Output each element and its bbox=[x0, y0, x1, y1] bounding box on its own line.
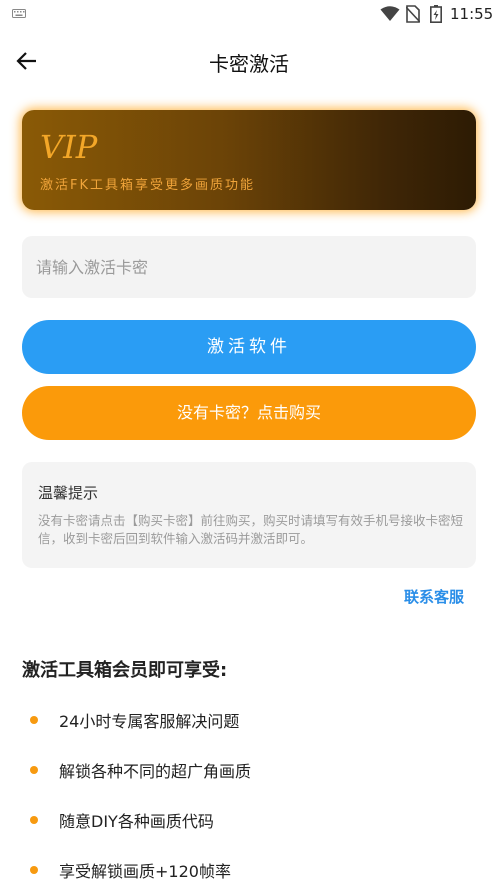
contact-support-link[interactable]: 联系客服 bbox=[404, 586, 464, 607]
activation-code-input[interactable] bbox=[22, 236, 476, 298]
vip-title: VIP bbox=[40, 128, 98, 166]
buy-code-button[interactable]: 没有卡密？点击购买 bbox=[22, 386, 476, 440]
top-app-bar: 卡密激活 bbox=[0, 40, 498, 82]
page-title: 卡密激活 bbox=[209, 52, 289, 76]
tips-title: 温馨提示 bbox=[38, 484, 99, 502]
benefits-heading: 激活工具箱会员即可享受: bbox=[22, 660, 228, 681]
tips-box: 温馨提示 没有卡密请点击【购买卡密】前往购买，购买时请填写有效手机号接收卡密短信… bbox=[22, 462, 476, 568]
bullet-dot-icon bbox=[30, 716, 38, 724]
battery-icon bbox=[430, 5, 442, 23]
activate-button[interactable]: 激活软件 bbox=[22, 320, 476, 374]
bullet-dot-icon bbox=[30, 816, 38, 824]
status-bar: 11:55 bbox=[0, 0, 498, 28]
wifi-icon bbox=[380, 6, 400, 21]
clock: 11:55 bbox=[450, 5, 494, 23]
tips-text: 没有卡密请点击【购买卡密】前往购买，购买时请填写有效手机号接收卡密短信，收到卡密… bbox=[38, 513, 464, 546]
bullet-dot-icon bbox=[30, 766, 38, 774]
benefit-text: 解锁各种不同的超广角画质 bbox=[59, 762, 252, 781]
benefit-text: 享受解锁画质+120帧率 bbox=[59, 862, 231, 881]
bullet-dot-icon bbox=[30, 866, 38, 874]
no-sim-icon bbox=[406, 5, 420, 23]
benefit-text: 随意DIY各种画质代码 bbox=[59, 812, 214, 831]
vip-subtitle: 激活FK工具箱享受更多画质功能 bbox=[40, 178, 256, 193]
benefit-text: 24小时专属客服解决问题 bbox=[59, 712, 240, 731]
vip-banner: VIP 激活FK工具箱享受更多画质功能 bbox=[22, 110, 476, 210]
keyboard-icon bbox=[12, 9, 26, 18]
